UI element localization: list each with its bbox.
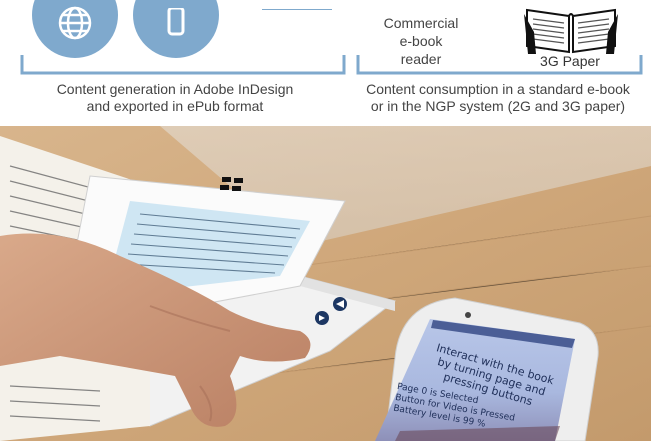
open-book-icon xyxy=(524,8,618,54)
globe-icon xyxy=(58,6,92,40)
right-bracket xyxy=(356,55,643,75)
caption-line: or in the NGP system (2G and 3G paper) xyxy=(370,98,626,114)
reader-label-line: Commercial xyxy=(383,15,459,31)
reader-label-line: e-book xyxy=(399,33,443,49)
diagram-panel: Commercial e-book reader 3G Paper Conten… xyxy=(0,0,651,126)
right-caption: Content consumption in a standard e-book… xyxy=(345,81,651,115)
left-bracket xyxy=(20,55,346,75)
caption-line: and exported in ePub format xyxy=(86,98,264,114)
divider-line xyxy=(262,9,332,10)
caption-line: Content consumption in a standard e-book xyxy=(366,81,630,97)
phone-icon xyxy=(167,8,185,36)
web-circle xyxy=(32,0,118,58)
mobile-circle xyxy=(133,0,219,58)
demo-photo: Interact with the book by turning page a… xyxy=(0,126,651,441)
caption-line: Content generation in Adobe InDesign xyxy=(56,81,294,97)
left-caption: Content generation in Adobe InDesign and… xyxy=(20,81,330,115)
